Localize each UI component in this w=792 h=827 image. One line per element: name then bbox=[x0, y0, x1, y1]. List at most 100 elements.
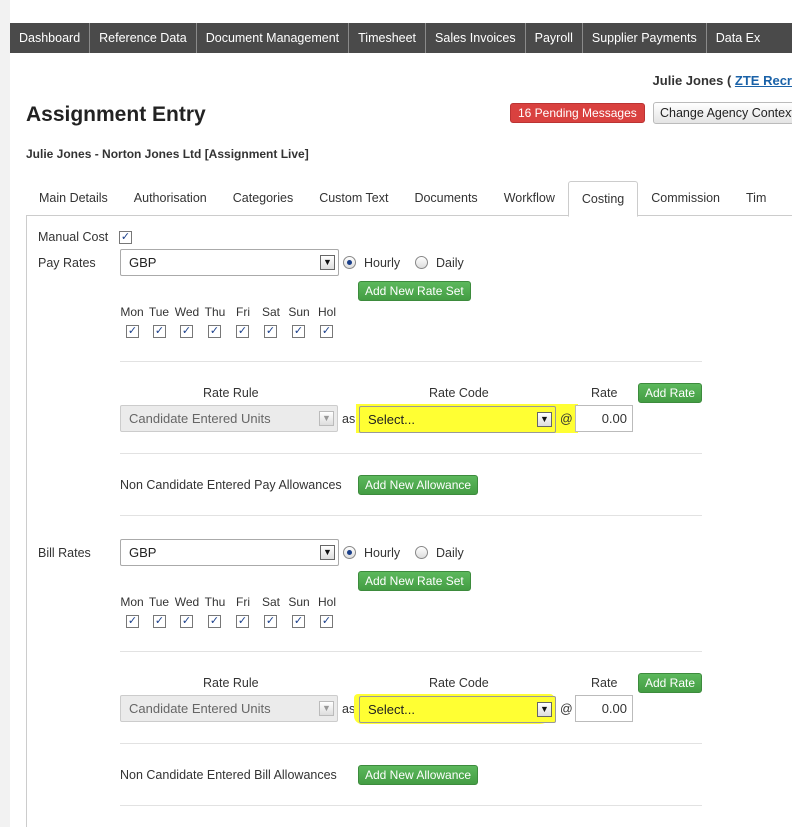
nav-data-export[interactable]: Data Ex bbox=[707, 23, 769, 53]
bill-day-wed-checkbox[interactable]: ✓ bbox=[180, 615, 193, 628]
pay-hourly-radio[interactable] bbox=[343, 256, 356, 269]
top-nav: Dashboard Reference Data Document Manage… bbox=[10, 23, 792, 53]
bill-day-thu-checkbox[interactable]: ✓ bbox=[208, 615, 221, 628]
tab-custom-text[interactable]: Custom Text bbox=[306, 181, 401, 215]
chevron-down-icon: ▼ bbox=[320, 255, 335, 270]
pay-currency-select[interactable]: GBP ▼ bbox=[120, 249, 339, 276]
change-agency-context-button[interactable]: Change Agency Context bbox=[653, 102, 792, 124]
chevron-down-icon: ▼ bbox=[537, 412, 552, 427]
nav-supplier-payments[interactable]: Supplier Payments bbox=[583, 23, 707, 53]
pay-day-hol-label: Hol bbox=[317, 305, 336, 319]
divider bbox=[120, 515, 702, 516]
bill-day-sun-label: Sun bbox=[288, 595, 310, 609]
bill-rate-rule-select[interactable]: Candidate Entered Units ▼ bbox=[120, 695, 338, 722]
user-info: Julie Jones ( ZTE Recr bbox=[653, 73, 792, 88]
chevron-down-icon: ▼ bbox=[537, 702, 552, 717]
pay-day-sat-label: Sat bbox=[261, 305, 280, 319]
tab-authorisation[interactable]: Authorisation bbox=[121, 181, 220, 215]
assignment-subtitle: Julie Jones - Norton Jones Ltd [Assignme… bbox=[26, 147, 309, 161]
bill-hourly-radio[interactable] bbox=[343, 546, 356, 559]
bill-day-sat-label: Sat bbox=[261, 595, 280, 609]
bill-rate-input[interactable]: 0.00 bbox=[575, 695, 633, 722]
tab-costing[interactable]: Costing bbox=[567, 181, 639, 217]
pay-day-hol-checkbox[interactable]: ✓ bbox=[320, 325, 333, 338]
bill-day-sun-checkbox[interactable]: ✓ bbox=[292, 615, 305, 628]
nav-timesheet[interactable]: Timesheet bbox=[349, 23, 427, 53]
pay-day-fri-label: Fri bbox=[236, 305, 250, 319]
pay-day-wed-checkbox[interactable]: ✓ bbox=[180, 325, 193, 338]
pay-rate-header: Rate bbox=[591, 386, 618, 400]
pay-rate-rule-select[interactable]: Candidate Entered Units ▼ bbox=[120, 405, 338, 432]
bill-day-mon-checkbox[interactable]: ✓ bbox=[126, 615, 139, 628]
pay-daily-label: Daily bbox=[436, 256, 464, 270]
pay-day-fri-checkbox[interactable]: ✓ bbox=[236, 325, 249, 338]
tab-main-details[interactable]: Main Details bbox=[26, 181, 121, 215]
manual-cost-label: Manual Cost bbox=[38, 230, 109, 244]
bill-day-tue-checkbox[interactable]: ✓ bbox=[153, 615, 166, 628]
bill-rates-label: Bill Rates bbox=[38, 546, 91, 560]
pay-rate-code-header: Rate Code bbox=[429, 386, 489, 400]
divider bbox=[120, 743, 702, 744]
nav-payroll[interactable]: Payroll bbox=[526, 23, 583, 53]
pending-messages-button[interactable]: 16 Pending Messages bbox=[510, 103, 645, 123]
bill-add-allowance-button[interactable]: Add New Allowance bbox=[358, 765, 479, 785]
pay-day-tue-label: Tue bbox=[148, 305, 170, 319]
agency-context-link[interactable]: ZTE Recr bbox=[735, 73, 792, 88]
tab-categories[interactable]: Categories bbox=[220, 181, 306, 215]
nav-sales-invoices[interactable]: Sales Invoices bbox=[426, 23, 526, 53]
divider bbox=[120, 361, 702, 362]
tab-commission[interactable]: Commission bbox=[638, 181, 733, 215]
pay-hourly-label: Hourly bbox=[364, 256, 401, 270]
pay-add-allowance-button[interactable]: Add New Allowance bbox=[358, 475, 479, 495]
bill-add-rate-set-button[interactable]: Add New Rate Set bbox=[358, 571, 471, 591]
pay-rate-code-value: Select... bbox=[368, 412, 415, 427]
bill-rate-code-value: Select... bbox=[368, 702, 415, 717]
bill-daily-label: Daily bbox=[436, 546, 464, 560]
tab-timesheets[interactable]: Tim bbox=[733, 181, 779, 215]
bill-rate-header: Rate bbox=[591, 676, 618, 690]
pay-as-label: as bbox=[342, 412, 356, 426]
pay-day-mon-label: Mon bbox=[120, 305, 144, 319]
nav-document-management[interactable]: Document Management bbox=[197, 23, 350, 53]
bill-day-tue-label: Tue bbox=[148, 595, 170, 609]
pay-rate-code-select[interactable]: Select... ▼ bbox=[359, 406, 556, 433]
divider bbox=[120, 651, 702, 652]
bill-day-fri-label: Fri bbox=[236, 595, 250, 609]
bill-day-sat-checkbox[interactable]: ✓ bbox=[264, 615, 277, 628]
pay-rate-rule-header: Rate Rule bbox=[203, 386, 259, 400]
bill-day-hol-checkbox[interactable]: ✓ bbox=[320, 615, 333, 628]
bill-rate-rule-value: Candidate Entered Units bbox=[129, 701, 271, 716]
pay-daily-radio[interactable] bbox=[415, 256, 428, 269]
pay-day-sun-checkbox[interactable]: ✓ bbox=[292, 325, 305, 338]
bill-day-thu-label: Thu bbox=[204, 595, 226, 609]
pay-rate-input[interactable]: 0.00 bbox=[575, 405, 633, 432]
pay-day-thu-checkbox[interactable]: ✓ bbox=[208, 325, 221, 338]
bill-currency-value: GBP bbox=[129, 545, 157, 560]
bill-add-rate-button[interactable]: Add Rate bbox=[638, 673, 703, 693]
bill-currency-select[interactable]: GBP ▼ bbox=[120, 539, 339, 566]
tab-workflow[interactable]: Workflow bbox=[491, 181, 568, 215]
page-title: Assignment Entry bbox=[26, 103, 206, 126]
manual-cost-checkbox[interactable]: ✓ bbox=[119, 231, 132, 244]
bill-hourly-label: Hourly bbox=[364, 546, 401, 560]
chevron-down-icon: ▼ bbox=[320, 545, 335, 560]
tab-documents[interactable]: Documents bbox=[401, 181, 490, 215]
pay-day-wed-label: Wed bbox=[174, 305, 200, 319]
content-left-border bbox=[26, 216, 27, 827]
bill-rate-code-select[interactable]: Select... ▼ bbox=[359, 696, 556, 723]
pay-add-rate-button[interactable]: Add Rate bbox=[638, 383, 703, 403]
tab-bar: Main Details Authorisation Categories Cu… bbox=[26, 181, 792, 217]
nav-reference-data[interactable]: Reference Data bbox=[90, 23, 197, 53]
bill-day-mon-label: Mon bbox=[120, 595, 144, 609]
pay-day-sat-checkbox[interactable]: ✓ bbox=[264, 325, 277, 338]
bill-day-hol-label: Hol bbox=[317, 595, 336, 609]
pay-day-mon-checkbox[interactable]: ✓ bbox=[126, 325, 139, 338]
bill-day-fri-checkbox[interactable]: ✓ bbox=[236, 615, 249, 628]
pay-day-tue-checkbox[interactable]: ✓ bbox=[153, 325, 166, 338]
pay-add-rate-set-button[interactable]: Add New Rate Set bbox=[358, 281, 471, 301]
pay-day-thu-label: Thu bbox=[204, 305, 226, 319]
bill-daily-radio[interactable] bbox=[415, 546, 428, 559]
pay-rate-rule-value: Candidate Entered Units bbox=[129, 411, 271, 426]
chevron-down-icon: ▼ bbox=[319, 411, 334, 426]
nav-dashboard[interactable]: Dashboard bbox=[10, 23, 91, 53]
